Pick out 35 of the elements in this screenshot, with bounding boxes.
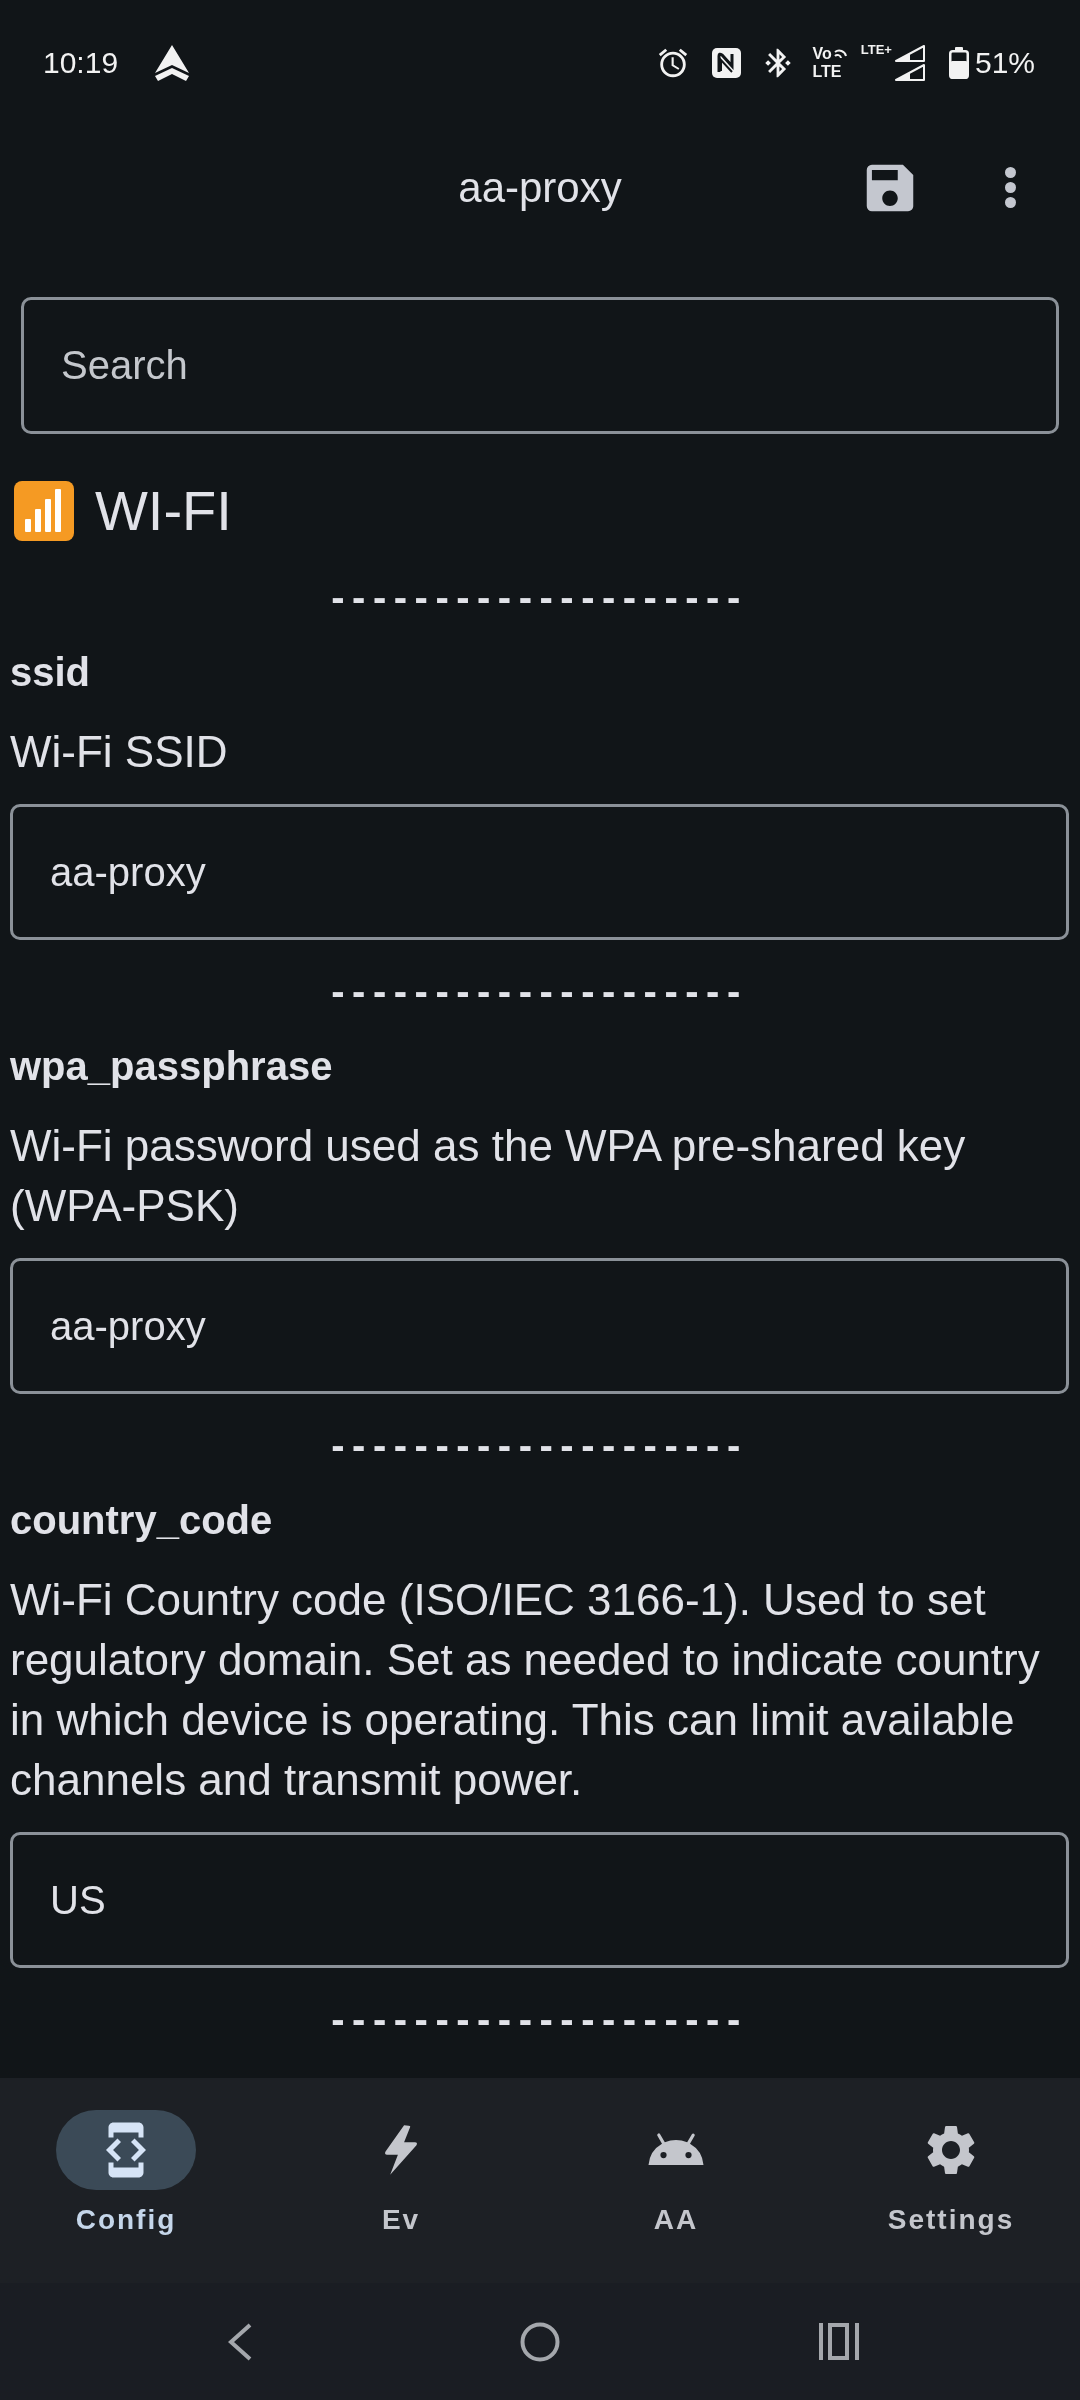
dashed-divider-text: --------------------	[331, 1422, 748, 1469]
section-title: WI-FI	[95, 478, 232, 544]
setting-description: Wi-Fi SSID	[10, 726, 229, 778]
volte-label: LTE	[812, 63, 843, 80]
volte-label: Vo	[812, 45, 832, 62]
setting-name: ssid	[10, 649, 92, 696]
lightning-bolt-icon	[384, 2125, 418, 2175]
app-title: aa-proxy	[458, 162, 622, 213]
search-field[interactable]: Search	[21, 297, 1059, 434]
three-dots-icon	[1004, 167, 1016, 208]
network-type-label: LTE+	[860, 42, 892, 57]
dashed-divider-text: --------------------	[331, 968, 748, 1015]
cellular-signal-icon	[894, 44, 925, 81]
triangle-logo-icon	[154, 44, 191, 81]
home-icon[interactable]	[520, 2321, 560, 2362]
nav-tab[interactable]: Ev	[301, 2110, 501, 2238]
text-field[interactable]: aa-proxy	[10, 1258, 1069, 1394]
battery-icon	[948, 46, 969, 79]
dashed-divider-text: --------------------	[331, 574, 748, 621]
status-time: 10:19	[43, 44, 119, 81]
nfc-icon	[711, 47, 741, 78]
back-icon[interactable]	[227, 2322, 253, 2361]
dashed-divider-text: --------------------	[331, 1996, 748, 2043]
text-field[interactable]: US	[10, 1832, 1069, 1968]
setting-name: country_code	[10, 1497, 274, 1544]
setting-name: wpa_passphrase	[10, 1043, 334, 1090]
setting-description: Wi-Fi password used as the WPA pre-shared key (WPA-PSK)	[10, 1120, 967, 1232]
battery-percent: 51%	[974, 44, 1035, 81]
text-field[interactable]: aa-proxy	[10, 804, 1069, 940]
setting-description: Wi-Fi Country code (ISO/IEC 3166-1). Used to set regulatory domain. Set as needed to indicate country in which device is operating. This can limit available channels and transmit power.	[10, 1574, 1041, 1806]
signal-bars-icon	[14, 481, 74, 541]
nav-tab[interactable]: Settings	[851, 2110, 1051, 2238]
nav-tab[interactable]: Config	[26, 2110, 226, 2238]
recent-apps-icon[interactable]	[819, 2323, 859, 2360]
nav-tab[interactable]: AA	[576, 2110, 776, 2238]
